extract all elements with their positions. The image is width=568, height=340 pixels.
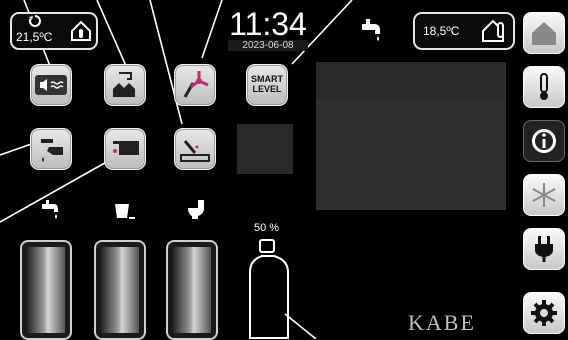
sound-water-button[interactable] [30, 64, 72, 106]
empty-panel [237, 124, 293, 174]
info-panel [316, 100, 506, 210]
black-water-tank[interactable] [166, 240, 218, 340]
sidebar-item-power[interactable] [523, 228, 565, 270]
smart-level-label: SMART LEVEL [251, 74, 283, 94]
shower-fan-button[interactable] [174, 64, 216, 106]
shower-icon [180, 140, 210, 162]
gear-icon [531, 300, 557, 326]
info-icon [532, 129, 556, 153]
gas-level-label: 50 % [254, 222, 280, 234]
outside-temp-pill[interactable]: 21,5ºC [10, 12, 98, 50]
refresh-icon [28, 15, 41, 27]
gas-bottle-icon[interactable] [244, 238, 294, 339]
plug-icon [535, 236, 553, 262]
date: 2023-06-08 [228, 40, 308, 51]
thermometer-icon [540, 73, 548, 100]
sidebar-item-settings[interactable] [523, 292, 565, 334]
pump-icon [113, 141, 139, 155]
home-icon [532, 22, 556, 45]
sidebar-item-home[interactable] [523, 12, 565, 54]
house-thermometer-icon [71, 20, 91, 41]
hand-tap-icon [41, 139, 63, 162]
grey-water-tank[interactable] [94, 240, 146, 340]
sidebar-item-info[interactable] [523, 120, 565, 162]
sidebar-item-cooling[interactable] [523, 174, 565, 216]
bucket-icon [115, 204, 135, 219]
speaker-water-icon [35, 75, 67, 95]
toilet-icon [188, 200, 204, 219]
outside-temp-value: 21,5ºC [16, 30, 53, 44]
brand-logo: KABE [408, 310, 476, 335]
sidebar [518, 0, 568, 339]
houses-water-icon [113, 72, 135, 97]
water-houses-button[interactable] [104, 64, 146, 106]
tap-fill-button[interactable] [30, 128, 72, 170]
fresh-water-tank[interactable] [20, 240, 72, 340]
house-thermometer-icon [482, 19, 504, 42]
sidebar-item-thermometer[interactable] [523, 66, 565, 108]
smart-level-button[interactable]: SMART LEVEL [246, 64, 288, 106]
inside-temp-value: 18,5ºC [423, 24, 460, 38]
pump-button[interactable] [104, 128, 146, 170]
shower-button[interactable] [174, 128, 216, 170]
clock: 11:34 [229, 6, 307, 42]
inside-temp-pill[interactable]: 18,5ºC [413, 12, 515, 50]
snowflake-icon [532, 183, 556, 207]
tap-icon [42, 200, 58, 219]
tap-icon [362, 19, 380, 41]
shower-fan-icon [183, 71, 209, 98]
